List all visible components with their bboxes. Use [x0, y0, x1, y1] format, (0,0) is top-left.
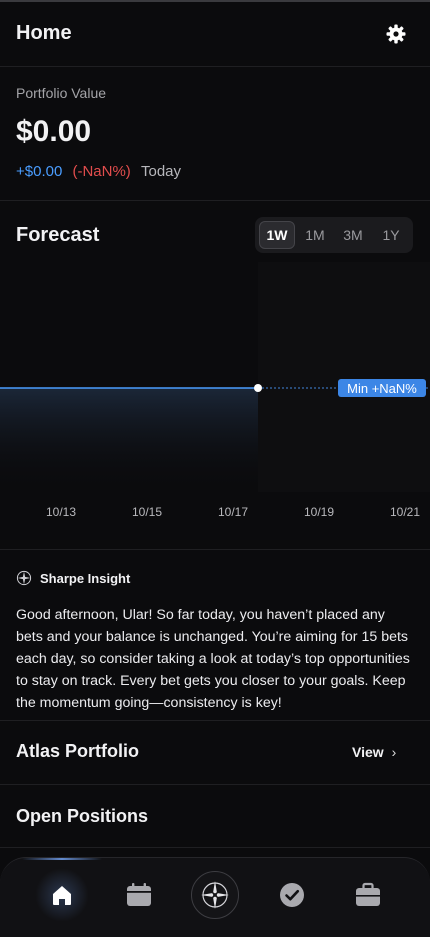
range-selector: 1W 1M 3M 1Y: [255, 217, 413, 253]
forecast-title: Forecast: [16, 224, 100, 246]
compass-icon: [16, 570, 32, 589]
portfolio-summary: Portfolio Value $0.00 +$0.00 (-NaN%) Tod…: [0, 67, 430, 201]
insight-header: Sharpe Insight: [16, 570, 130, 589]
app-header: Home: [0, 2, 430, 67]
range-1w[interactable]: 1W: [259, 221, 295, 249]
calendar-icon[interactable]: [124, 880, 154, 910]
insight-title: Sharpe Insight: [40, 570, 131, 586]
briefcase-icon[interactable]: [353, 880, 383, 910]
change-percent: (-NaN%): [72, 163, 131, 180]
compass-icon: [201, 881, 229, 909]
forecast-future-zone: [258, 262, 430, 492]
change-amount: +$0.00: [16, 163, 63, 180]
view-button[interactable]: View ›: [352, 744, 396, 760]
atlas-portfolio-title: Atlas Portfolio: [16, 741, 140, 761]
projection-label: Min +NaN%: [347, 381, 417, 396]
bottom-tab-bar: [0, 857, 430, 937]
portfolio-change: +$0.00 (-NaN%) Today: [16, 163, 181, 180]
x-tick-label: 10/21: [390, 505, 420, 519]
gear-icon[interactable]: [384, 22, 408, 46]
range-1y[interactable]: 1Y: [373, 221, 409, 249]
range-1m[interactable]: 1M: [297, 221, 333, 249]
forecast-chart: Min +NaN% 10/13 10/15 10/17 10/19 10/21: [0, 262, 430, 530]
chevron-right-icon: ›: [391, 744, 397, 760]
x-tick-label: 10/13: [46, 505, 76, 519]
check-circle-icon[interactable]: [277, 880, 307, 910]
atlas-portfolio-row[interactable]: Atlas Portfolio View ›: [0, 720, 430, 785]
insight-text: Good afternoon, Ular! So far today, you …: [16, 607, 410, 711]
home-icon[interactable]: [35, 868, 89, 922]
change-period: Today: [140, 163, 182, 180]
x-tick-label: 10/15: [132, 505, 162, 519]
open-positions-row[interactable]: Open Positions: [0, 785, 430, 848]
compass-tab-button[interactable]: [191, 871, 239, 919]
view-label: View: [352, 744, 384, 760]
open-positions-title: Open Positions: [16, 806, 149, 826]
portfolio-value: $0.00: [16, 115, 92, 148]
current-point: [254, 384, 262, 392]
forecast-area: [0, 388, 258, 492]
x-tick-label: 10/19: [304, 505, 334, 519]
range-3m[interactable]: 3M: [335, 221, 371, 249]
insight-card: Sharpe Insight Good afternoon, Ular! So …: [0, 549, 430, 721]
page-title: Home: [16, 22, 72, 44]
portfolio-value-label: Portfolio Value: [16, 85, 107, 101]
active-tab-indicator: [22, 858, 102, 860]
x-tick-label: 10/17: [218, 505, 248, 519]
